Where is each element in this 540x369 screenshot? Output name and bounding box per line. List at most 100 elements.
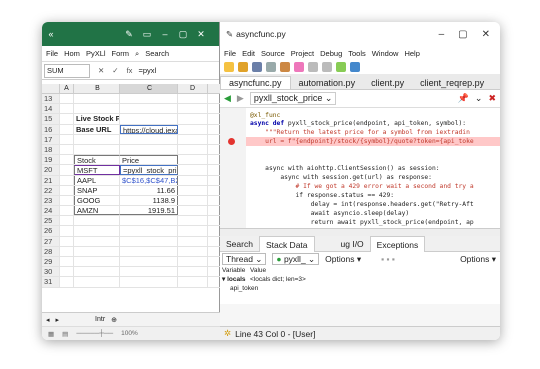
pen-icon[interactable]: ✎ bbox=[120, 29, 138, 40]
ribbon-display-icon[interactable]: ▭ bbox=[138, 29, 156, 40]
chevron-down-icon[interactable]: ⌄ bbox=[475, 93, 483, 104]
cell[interactable] bbox=[120, 144, 178, 155]
cell[interactable]: AAPL bbox=[74, 175, 120, 185]
pointer-icon[interactable] bbox=[350, 62, 360, 72]
worksheet-grid[interactable]: A B C D 131415 Live Stock Prices 16 Base UR… bbox=[42, 84, 220, 288]
cell[interactable] bbox=[120, 114, 178, 124]
enter-icon[interactable]: ✓ bbox=[112, 66, 118, 75]
cell[interactable] bbox=[74, 144, 120, 155]
redo-icon[interactable] bbox=[322, 62, 332, 72]
editor-gutter[interactable] bbox=[220, 108, 246, 228]
minimize-button[interactable]: – bbox=[439, 29, 445, 40]
code-editor[interactable]: @xl_func async def pyxll_stock_price(end… bbox=[220, 108, 500, 228]
row-header[interactable]: 15 bbox=[42, 114, 60, 124]
zoom-slider[interactable]: ─────┼── bbox=[76, 330, 113, 337]
column-header-a[interactable]: A bbox=[60, 84, 74, 93]
cell[interactable] bbox=[60, 165, 74, 175]
cell[interactable] bbox=[120, 94, 178, 104]
cell[interactable] bbox=[60, 206, 74, 216]
cell[interactable] bbox=[178, 175, 208, 185]
cell[interactable] bbox=[60, 175, 74, 185]
options-menu[interactable]: Options ▾ bbox=[325, 254, 361, 265]
cell[interactable]: 11.66 bbox=[120, 185, 178, 195]
cell[interactable]: Stock bbox=[74, 155, 120, 165]
cell[interactable]: MSFT bbox=[74, 165, 120, 175]
maximize-button[interactable]: ▢ bbox=[174, 29, 192, 40]
row-header[interactable]: 23 bbox=[42, 195, 60, 206]
cell[interactable] bbox=[60, 257, 74, 267]
tab-client[interactable]: client.py bbox=[363, 77, 412, 89]
row-header[interactable]: 13 bbox=[42, 94, 60, 104]
cell[interactable] bbox=[120, 236, 178, 246]
cell[interactable]: 1138.9 bbox=[120, 195, 178, 206]
normal-view-icon[interactable]: ▦ bbox=[48, 330, 54, 338]
cell[interactable] bbox=[74, 226, 120, 236]
close-editor-icon[interactable]: ✖ bbox=[488, 93, 500, 104]
cell[interactable] bbox=[60, 114, 74, 124]
cell[interactable] bbox=[178, 144, 208, 155]
exceptions-options-menu[interactable]: Options ▾ bbox=[460, 254, 500, 265]
tab-search[interactable]: Search bbox=[220, 236, 259, 252]
cell[interactable] bbox=[178, 185, 208, 195]
cell[interactable]: Live Stock Prices bbox=[74, 114, 120, 124]
cell[interactable] bbox=[178, 226, 208, 236]
cell[interactable] bbox=[74, 104, 120, 114]
cell[interactable]: https://cloud.iexapis.c bbox=[120, 124, 178, 134]
menu-help[interactable]: Help bbox=[404, 49, 419, 58]
cell[interactable] bbox=[178, 94, 208, 104]
cell[interactable] bbox=[60, 144, 74, 155]
cell[interactable] bbox=[60, 94, 74, 104]
menu-debug[interactable]: Debug bbox=[320, 49, 342, 58]
undo-icon[interactable] bbox=[308, 62, 318, 72]
tab-automation[interactable]: automation.py bbox=[291, 77, 364, 89]
cell[interactable] bbox=[60, 246, 74, 256]
cell[interactable] bbox=[120, 216, 178, 226]
back-icon[interactable]: ◀ bbox=[224, 93, 231, 104]
cell[interactable]: Price bbox=[120, 155, 178, 165]
row-header[interactable]: 26 bbox=[42, 226, 60, 236]
cell[interactable] bbox=[60, 185, 74, 195]
new-file-icon[interactable] bbox=[224, 62, 234, 72]
insert-function-icon[interactable]: fx bbox=[127, 66, 133, 75]
row-header[interactable]: 27 bbox=[42, 236, 60, 246]
maximize-button[interactable]: ▢ bbox=[458, 29, 467, 40]
tab-debug-io[interactable]: ug I/O bbox=[335, 236, 370, 252]
cancel-icon[interactable]: ✕ bbox=[98, 66, 104, 75]
cell[interactable] bbox=[74, 216, 120, 226]
cell[interactable] bbox=[60, 195, 74, 206]
cell[interactable] bbox=[74, 277, 120, 287]
debug-icon[interactable] bbox=[294, 62, 304, 72]
menu-window[interactable]: Window bbox=[372, 49, 399, 58]
cell[interactable] bbox=[178, 134, 208, 144]
tab-client-reqrep[interactable]: client_reqrep.py bbox=[412, 77, 492, 89]
cell[interactable] bbox=[178, 165, 208, 175]
cell[interactable]: GOOG bbox=[74, 195, 120, 206]
row-header[interactable]: 14 bbox=[42, 104, 60, 114]
cell[interactable] bbox=[74, 236, 120, 246]
row-header[interactable]: 19 bbox=[42, 155, 60, 165]
page-layout-icon[interactable]: ▤ bbox=[62, 330, 68, 338]
open-folder-icon[interactable] bbox=[238, 62, 248, 72]
cell[interactable] bbox=[60, 124, 74, 134]
cell[interactable] bbox=[178, 114, 208, 124]
ribbon-tab-formulas[interactable]: Form bbox=[112, 49, 130, 58]
row-header[interactable]: 16 bbox=[42, 124, 60, 134]
cell[interactable] bbox=[178, 216, 208, 226]
row-header[interactable]: 28 bbox=[42, 246, 60, 256]
column-header-d[interactable]: D bbox=[178, 84, 208, 93]
thread-selector[interactable]: Thread ⌄ bbox=[222, 253, 267, 265]
cell[interactable] bbox=[60, 236, 74, 246]
row-header[interactable]: 29 bbox=[42, 257, 60, 267]
cell[interactable] bbox=[120, 226, 178, 236]
row-header[interactable]: 21 bbox=[42, 175, 60, 185]
menu-file[interactable]: File bbox=[224, 49, 236, 58]
menu-project[interactable]: Project bbox=[291, 49, 314, 58]
variable-row[interactable]: ▾ locals <locals dict; len=3> bbox=[220, 275, 500, 284]
cell[interactable] bbox=[74, 257, 120, 267]
tab-stack-data[interactable]: Stack Data bbox=[258, 235, 315, 252]
cell[interactable]: AMZN bbox=[74, 206, 120, 216]
row-header[interactable]: 24 bbox=[42, 206, 60, 216]
select-all-corner[interactable] bbox=[42, 84, 60, 93]
sheet-nav-right-icon[interactable]: ▸ bbox=[56, 316, 60, 324]
cell[interactable] bbox=[120, 104, 178, 114]
